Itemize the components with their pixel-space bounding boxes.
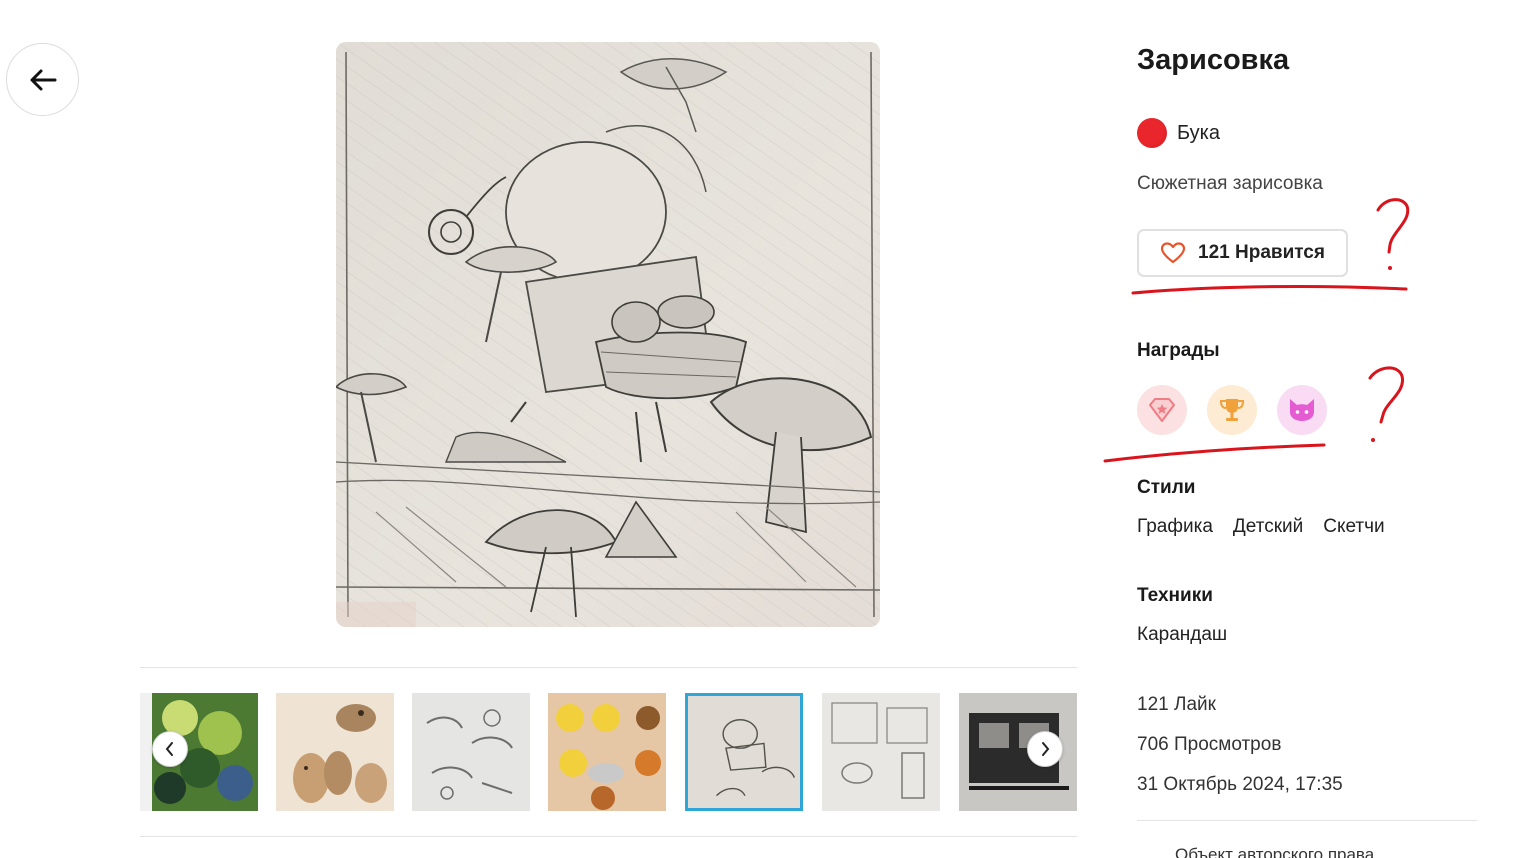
award-trophy[interactable] bbox=[1207, 385, 1257, 435]
style-tag[interactable]: Скетчи bbox=[1323, 516, 1384, 538]
award-cat[interactable] bbox=[1277, 385, 1327, 435]
avatar bbox=[1137, 118, 1167, 148]
thumbnails-next-button[interactable] bbox=[1027, 731, 1063, 767]
style-tag[interactable]: Детский bbox=[1233, 516, 1303, 538]
chevron-right-icon bbox=[1042, 742, 1050, 756]
views-count: 706 Просмотров bbox=[1137, 734, 1282, 755]
diamond-star-icon bbox=[1149, 398, 1175, 422]
thumbnails-prev-button[interactable] bbox=[152, 731, 188, 767]
strip-divider-bottom bbox=[140, 836, 1077, 837]
info-divider bbox=[1137, 820, 1477, 821]
thumb-bee-stickers[interactable] bbox=[548, 693, 666, 811]
copyright-link[interactable]: Объект авторского права bbox=[1175, 845, 1374, 858]
thumb-pencil-sketch-mushrooms[interactable] bbox=[412, 693, 530, 811]
technique-tag[interactable]: Карандаш bbox=[1137, 624, 1227, 646]
artwork-description: Сюжетная зарисовка bbox=[1137, 173, 1323, 194]
thumbnail-strip[interactable] bbox=[140, 693, 1077, 811]
heart-icon bbox=[1160, 242, 1186, 264]
arrow-left-icon bbox=[30, 69, 56, 90]
thumb-pottery-figures[interactable] bbox=[276, 693, 394, 811]
artwork-image bbox=[336, 42, 880, 627]
award-diamond[interactable] bbox=[1137, 385, 1187, 435]
artwork-page: Зарисовка Бука Сюжетная зарисовка 121 Нр… bbox=[0, 0, 1528, 858]
artwork-title: Зарисовка bbox=[1137, 44, 1290, 76]
back-button[interactable] bbox=[6, 43, 79, 116]
like-count-label: 121 Нравится bbox=[1198, 242, 1325, 263]
style-tag[interactable]: Графика bbox=[1137, 516, 1213, 538]
author-name: Бука bbox=[1177, 121, 1220, 144]
styles-heading: Стили bbox=[1137, 477, 1196, 498]
chevron-left-icon bbox=[165, 742, 173, 756]
publish-date: 31 Октябрь 2024, 17:35 bbox=[1137, 774, 1343, 795]
cat-icon bbox=[1290, 399, 1314, 421]
likes-count: 121 Лайк bbox=[1137, 694, 1216, 715]
trophy-icon bbox=[1219, 399, 1245, 421]
thumb-interior-sketch[interactable] bbox=[822, 693, 940, 811]
techniques-heading: Техники bbox=[1137, 585, 1213, 606]
styles-list: Графика Детский Скетчи bbox=[1137, 516, 1385, 538]
like-button[interactable]: 121 Нравится bbox=[1137, 229, 1348, 277]
strip-divider-top bbox=[140, 667, 1077, 668]
author-link[interactable]: Бука bbox=[1137, 118, 1220, 148]
awards-heading: Награды bbox=[1137, 340, 1220, 361]
thumb-current-sketch[interactable] bbox=[685, 693, 803, 811]
awards-list bbox=[1137, 385, 1327, 435]
